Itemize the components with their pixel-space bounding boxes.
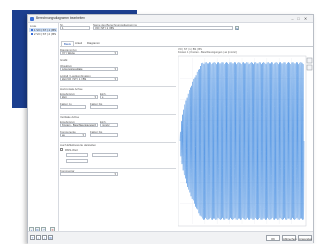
rms-from-field[interactable] [66,153,88,157]
rms-step-field[interactable] [66,159,88,163]
faktor-field[interactable] [90,133,118,137]
minimize-button[interactable]: – [290,16,295,21]
app-icon [30,16,34,21]
close-button[interactable]: ✕ [303,16,308,21]
rms-label: RMS-Wert [65,148,78,152]
diagram-list-panel: Liste 1 VO | ST | 1 | BS 2 VO | ST | 2 |… [28,23,59,243]
rms-heading: Auch Effektivwerte darstellen [60,143,97,147]
help-icon[interactable]: ? [30,235,35,240]
diagram-icon [31,29,33,32]
bottom-toolbar: ? ⌕ i ⚙ OK Abbrechen Anwenden [28,231,313,244]
tab-basis[interactable]: Basis [61,41,74,46]
window-title: Berechnungsdiagramm bearbeiten [36,16,85,20]
title-bar: Berechnungsdiagramm bearbeiten – □ ✕ [28,15,313,23]
chart-area: VO | ST | 1 | BS | BS Knoten 1 | Knoten … [178,48,313,231]
maximize-button[interactable]: □ [296,16,301,21]
diagram-type-select[interactable]: XY | Werte [60,51,118,55]
faktor-bis-field[interactable] [90,105,118,109]
diagram-icon [31,33,33,36]
ergebnis-select[interactable]: Zeit [60,95,98,99]
vertical-result-select[interactable]: Knoten - Beschleunigungen [60,123,98,127]
response-chart [178,55,313,227]
tab-anteil[interactable]: Anteil [73,41,84,46]
name-field[interactable]: VO | ST | 1 | BS [93,26,233,30]
export-chart-icon [306,64,313,71]
response-series [179,62,305,220]
grafik-label: Grafik [60,58,68,62]
dialog-window: Berechnungsdiagramm bearbeiten – □ ✕ Lis… [27,14,314,244]
komponente-select[interactable]: ax [60,133,86,137]
rms-checkbox[interactable] [60,148,63,151]
faktor-zu-field[interactable] [60,105,86,109]
rms-to-field[interactable] [92,153,118,157]
settings-icon[interactable]: ⚙ [48,235,53,240]
vertical-unit-field[interactable]: mm/s² [100,123,118,127]
horizontal-axis-heading: Horizontale Achse [60,87,83,91]
vertical-axis-heading: Vertikale Achse [60,115,80,119]
info-icon[interactable]: i [42,235,47,240]
list-item[interactable]: 2 VO | ST | 2 | BS [29,32,57,36]
zoom-icon[interactable]: ⌕ [36,235,41,240]
zoom-icon [306,57,313,64]
cancel-button[interactable]: Abbrechen [282,234,297,241]
loadcase-select[interactable]: Zeit VO | ST | 1 | BS [60,77,118,81]
ok-button[interactable]: OK [266,234,280,241]
tab-diagramm[interactable]: Diagramm [85,41,102,46]
apply-button[interactable]: Anwenden [298,234,312,241]
objekt-select[interactable]: Lösungsresultate [60,67,118,71]
kommentar-field[interactable] [60,172,118,176]
divider [60,168,176,169]
no-field[interactable]: 1 [60,26,90,30]
einheit-field[interactable]: s [100,95,118,99]
edit-icon[interactable]: ✎ [235,26,239,31]
header-fields: Nr. 1 Name des Berechnungsdiagramms VO |… [60,23,310,39]
tab-strip: Basis Anteil Diagramm [60,41,313,47]
basis-form: Diagrammtyp XY | Werte Grafik Objekttyp … [60,48,178,231]
